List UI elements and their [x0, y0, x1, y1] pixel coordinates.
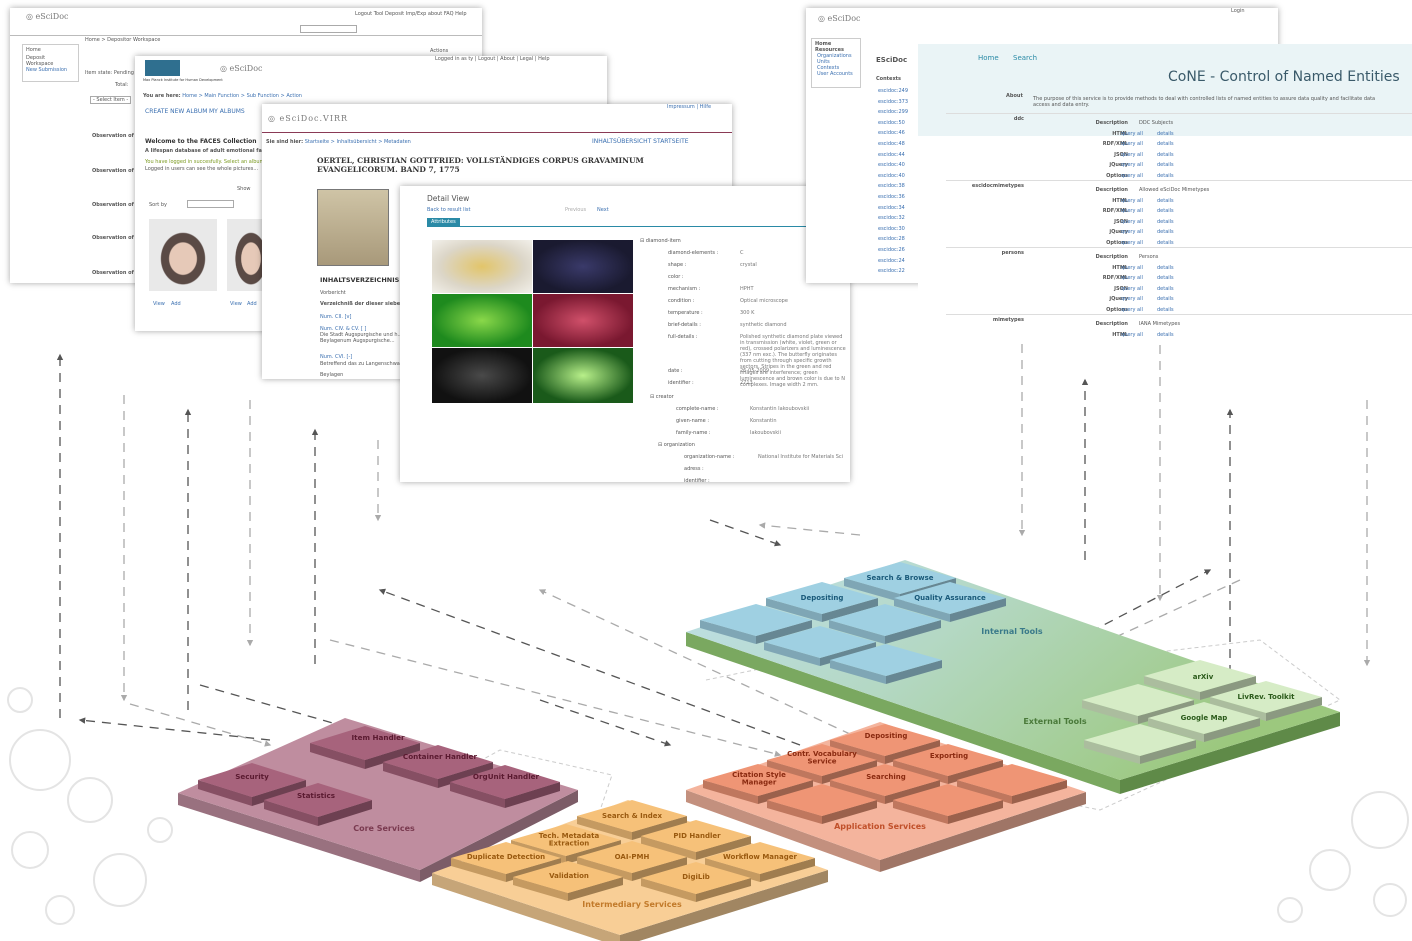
connector-arrow — [129, 703, 272, 747]
module-label: Validation — [549, 872, 589, 880]
module-label: Search & Browse — [866, 574, 933, 582]
connector-arrow — [539, 699, 672, 747]
module-label: Search & Index — [602, 812, 662, 820]
module-label: Security — [235, 772, 269, 781]
module-label: Depositing — [865, 732, 908, 740]
module-label: DigiLib — [682, 873, 710, 881]
module-label: Duplicate Detection — [467, 853, 545, 861]
module-label: Google Map — [1181, 714, 1228, 722]
module-label: Statistics — [297, 791, 335, 800]
module-label: Manager — [742, 779, 777, 787]
module-label: Depositing — [801, 594, 844, 602]
connector-arrow — [709, 519, 782, 547]
module-label: Extraction — [549, 840, 590, 848]
module-label: Searching — [866, 773, 906, 781]
module-label: Item Handler — [352, 733, 405, 742]
layer-label: External Tools — [1023, 717, 1087, 726]
module-label: OAI-PMH — [615, 853, 650, 861]
module-label: Quality Assurance — [914, 594, 986, 602]
module-label: Service — [807, 758, 836, 766]
module-label: OrgUnit Handler — [473, 772, 540, 781]
architecture-diagram: Item Handler Container Handler OrgUnit Han… — [56, 344, 1371, 941]
connector-arrow — [758, 522, 861, 536]
module-label: Container Handler — [403, 752, 478, 761]
module-label: PID Handler — [673, 832, 721, 840]
layer-label: Application Services — [834, 822, 926, 831]
module-label: arXiv — [1193, 673, 1214, 681]
module-label: LivRev. Toolkit — [1238, 693, 1296, 701]
layer-label: Core Services — [353, 824, 415, 833]
layer-label: Intermediary Services — [582, 900, 682, 909]
module-label: Workflow Manager — [723, 853, 797, 861]
module-label: Exporting — [930, 752, 968, 760]
layer-label: Internal Tools — [981, 627, 1043, 636]
